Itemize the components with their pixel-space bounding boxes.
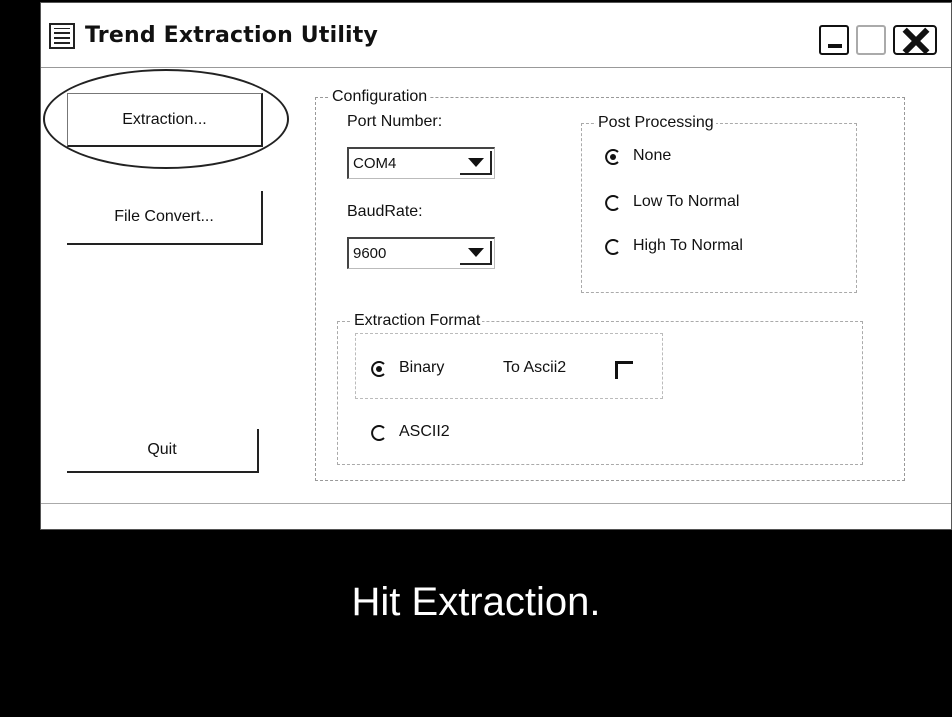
chevron-down-icon[interactable] — [460, 151, 492, 175]
title-bar[interactable]: Trend Extraction Utility — [41, 3, 951, 68]
radio-low-to-normal-label[interactable]: Low To Normal — [633, 193, 739, 211]
baud-rate-value: 9600 — [353, 245, 387, 262]
post-processing-group-label: Post Processing — [596, 113, 716, 133]
minimize-icon[interactable] — [819, 25, 849, 55]
app-window: Trend Extraction Utility Extraction... F… — [40, 2, 952, 530]
radio-high-to-normal[interactable] — [605, 239, 621, 255]
baud-rate-select[interactable]: 9600 — [347, 237, 495, 269]
radio-ascii2[interactable] — [371, 425, 387, 441]
radio-binary-label[interactable]: Binary — [399, 359, 444, 377]
close-icon[interactable] — [893, 25, 937, 55]
radio-none-label[interactable]: None — [633, 147, 671, 165]
port-number-value: COM4 — [353, 155, 397, 172]
radio-none[interactable] — [605, 149, 621, 165]
to-ascii2-checkbox[interactable] — [615, 361, 633, 379]
configuration-group-label: Configuration — [330, 87, 430, 107]
radio-high-to-normal-label[interactable]: High To Normal — [633, 237, 743, 255]
maximize-icon[interactable] — [856, 25, 886, 55]
port-number-label: Port Number: — [347, 113, 443, 130]
port-number-select[interactable]: COM4 — [347, 147, 495, 179]
radio-ascii2-label[interactable]: ASCII2 — [399, 423, 450, 441]
to-ascii2-label[interactable]: To Ascii2 — [503, 359, 566, 377]
radio-binary[interactable] — [371, 361, 387, 377]
window-title: Trend Extraction Utility — [85, 23, 379, 48]
app-icon[interactable] — [49, 23, 75, 49]
instruction-caption: Hit Extraction. — [351, 580, 601, 624]
status-bar — [41, 503, 951, 524]
radio-low-to-normal[interactable] — [605, 195, 621, 211]
file-convert-button[interactable]: File Convert... — [67, 191, 263, 245]
quit-button[interactable]: Quit — [67, 429, 259, 473]
extraction-format-group-label: Extraction Format — [352, 311, 483, 331]
baud-rate-label: BaudRate: — [347, 203, 423, 220]
chevron-down-icon[interactable] — [460, 241, 492, 265]
extraction-button[interactable]: Extraction... — [67, 93, 263, 147]
